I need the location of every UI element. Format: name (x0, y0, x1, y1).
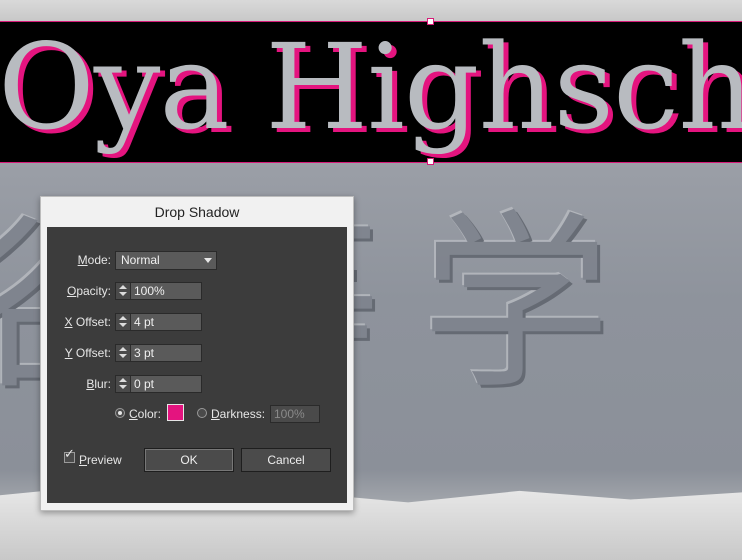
stepper-down-icon[interactable] (119, 292, 127, 296)
darkness-label: Darkness: (211, 407, 266, 421)
mode-value: Normal (121, 253, 160, 267)
stepper-down-icon[interactable] (119, 354, 127, 358)
mode-select[interactable]: Normal (115, 251, 217, 270)
stepper-up-icon[interactable] (119, 285, 127, 289)
stepper-up-icon[interactable] (119, 316, 127, 320)
chevron-down-icon (204, 258, 212, 263)
x-offset-stepper[interactable] (116, 314, 131, 330)
x-offset-label: X Offset: (64, 315, 111, 329)
x-offset-value: 4 pt (134, 315, 155, 329)
frame-handle-top[interactable] (427, 18, 434, 25)
mode-label: Mode: (77, 253, 111, 267)
dialog-title: Drop Shadow (154, 204, 240, 220)
opacity-label: Opacity: (66, 284, 111, 298)
color-label: Color: (129, 407, 162, 421)
checkmark-icon: ✓ (64, 447, 75, 462)
y-offset-stepper[interactable] (116, 345, 131, 361)
drop-shadow-dialog: Drop Shadow Mode: Normal Opacity: 100% X… (40, 196, 354, 511)
preview-label[interactable]: Preview (79, 453, 129, 467)
blur-stepper[interactable] (116, 376, 131, 392)
stepper-up-icon[interactable] (119, 378, 127, 382)
stepper-down-icon[interactable] (119, 323, 127, 327)
y-offset-field[interactable]: 3 pt (115, 344, 202, 362)
stepper-down-icon[interactable] (119, 385, 127, 389)
blur-field[interactable]: 0 pt (115, 375, 202, 393)
selected-text-frame[interactable]: Oya Highscho (0, 18, 742, 165)
opacity-field[interactable]: 100% (115, 282, 202, 300)
blur-value: 0 pt (134, 377, 155, 391)
darkness-field: 100% (270, 405, 320, 423)
x-offset-field[interactable]: 4 pt (115, 313, 202, 331)
color-radio[interactable] (115, 408, 125, 418)
color-swatch[interactable] (167, 404, 184, 421)
opacity-value: 100% (134, 284, 165, 298)
preview-checkbox[interactable]: ✓ (64, 447, 75, 463)
y-offset-label: Y Offset: (64, 346, 111, 360)
opacity-stepper[interactable] (116, 283, 131, 299)
cancel-button[interactable]: Cancel (241, 448, 331, 472)
dialog-body: Mode: Normal Opacity: 100% X Offset: 4 p… (47, 227, 347, 503)
darkness-value: 100% (274, 407, 305, 421)
frame-handle-bottom[interactable] (427, 158, 434, 165)
y-offset-value: 3 pt (134, 346, 155, 360)
title-text[interactable]: Oya Highscho (0, 12, 742, 162)
darkness-radio[interactable] (197, 408, 207, 418)
blur-label: Blur: (86, 377, 111, 391)
ok-button[interactable]: OK (144, 448, 234, 472)
stepper-up-icon[interactable] (119, 347, 127, 351)
